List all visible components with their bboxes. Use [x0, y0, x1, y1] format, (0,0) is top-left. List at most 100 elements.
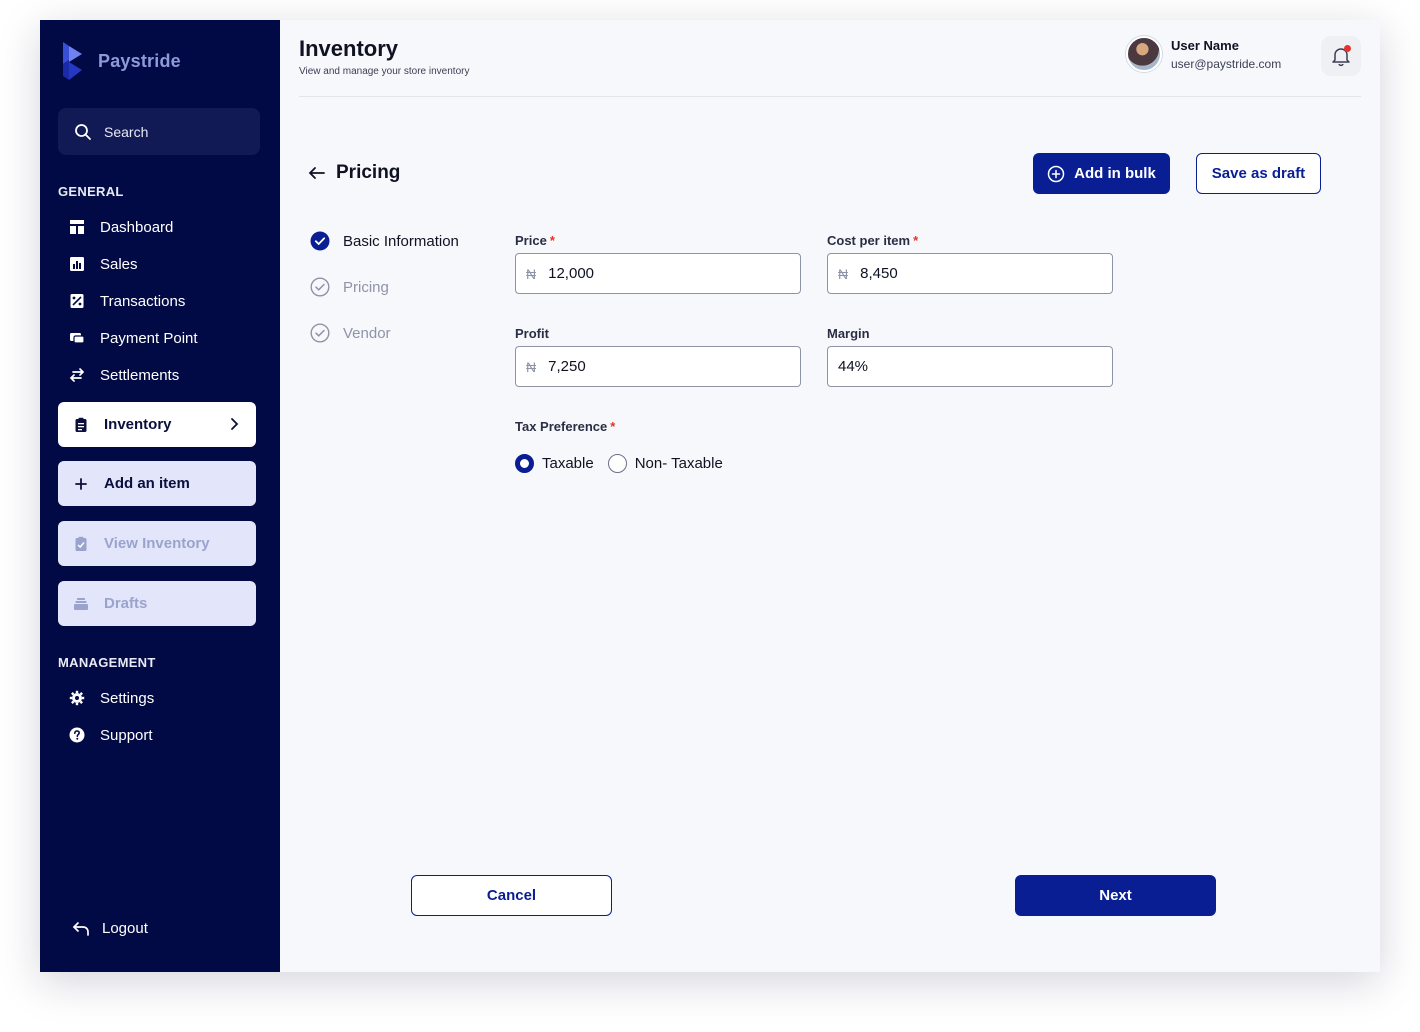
sidebar-item-label: Payment Point: [100, 329, 198, 347]
sidebar-item-transactions[interactable]: Transactions: [68, 289, 185, 313]
margin-input[interactable]: [838, 358, 1058, 375]
step-label: Basic Information: [343, 232, 459, 250]
logout-button[interactable]: Logout: [72, 920, 148, 937]
tax-preference-group: Taxable Non- Taxable: [515, 454, 723, 473]
sidebar-item-label: Sales: [100, 255, 138, 273]
cost-label: Cost per item *: [827, 233, 918, 248]
add-in-bulk-button[interactable]: Add in bulk: [1033, 153, 1170, 194]
plus-icon: [72, 475, 90, 493]
profit-field[interactable]: ₦: [515, 346, 801, 387]
logout-arrow-icon: [72, 921, 89, 936]
required-mark: *: [610, 419, 616, 434]
sidebar-item-label: Transactions: [100, 292, 186, 310]
step-pricing[interactable]: Pricing: [310, 277, 389, 297]
avatar[interactable]: [1126, 36, 1162, 72]
step-basic-information[interactable]: Basic Information: [310, 231, 459, 251]
naira-symbol: ₦: [838, 265, 849, 282]
back-button[interactable]: Pricing: [308, 162, 400, 184]
section-title-management: MANAGEMENT: [58, 655, 156, 670]
user-name: User Name: [1171, 38, 1239, 53]
plus-circle-icon: [1047, 165, 1065, 182]
sidebar-item-label: Dashboard: [100, 218, 174, 236]
payment-point-icon: [68, 329, 86, 347]
radio-taxable[interactable]: [515, 454, 534, 473]
sidebar-item-drafts[interactable]: Drafts: [58, 581, 256, 626]
price-field[interactable]: ₦: [515, 253, 801, 294]
logout-label: Logout: [102, 920, 148, 937]
search-icon: [75, 123, 91, 140]
drafts-stack-icon: [72, 595, 90, 613]
save-as-draft-button[interactable]: Save as draft: [1196, 153, 1321, 194]
cost-per-item-field[interactable]: ₦: [827, 253, 1113, 294]
required-mark: *: [549, 233, 555, 248]
sales-chart-icon: [68, 255, 86, 273]
app-window: Paystride Search GENERAL Dashboard Sales: [40, 20, 1380, 972]
radio-non-taxable[interactable]: [607, 454, 627, 473]
profit-label: Profit: [515, 326, 549, 341]
section-title-general: GENERAL: [58, 184, 124, 199]
sidebar-item-view-inventory[interactable]: View Inventory: [58, 521, 256, 566]
naira-symbol: ₦: [526, 358, 537, 375]
margin-field[interactable]: [827, 346, 1113, 387]
add-in-bulk-label: Add in bulk: [1074, 165, 1156, 182]
page-subtitle: View and manage your store inventory: [299, 66, 470, 77]
sidebar-item-label: Drafts: [104, 595, 148, 612]
naira-symbol: ₦: [526, 265, 537, 282]
notifications-button[interactable]: [1321, 36, 1361, 76]
step-vendor[interactable]: Vendor: [310, 323, 391, 343]
cancel-button[interactable]: Cancel: [411, 875, 612, 916]
sidebar-item-label: Settlements: [100, 366, 180, 384]
section-title: Pricing: [336, 162, 401, 183]
help-circle-icon: [68, 726, 86, 744]
check-circle-outline-icon: [310, 277, 330, 297]
tax-preference-label: Tax Preference *: [515, 419, 615, 434]
cost-per-item-input[interactable]: [860, 265, 1081, 282]
sidebar-item-support[interactable]: Support: [68, 723, 153, 747]
clipboard-icon: [72, 416, 90, 434]
sidebar-item-payment-point[interactable]: Payment Point: [68, 326, 198, 350]
profit-input[interactable]: [548, 358, 769, 375]
sidebar-item-inventory[interactable]: Inventory: [58, 402, 256, 447]
page-title: Inventory: [299, 36, 399, 61]
next-button[interactable]: Next: [1015, 875, 1216, 916]
clipboard-check-icon: [72, 535, 90, 553]
sidebar: Paystride Search GENERAL Dashboard Sales: [40, 20, 280, 972]
required-mark: *: [913, 233, 919, 248]
paystride-logo-icon: [63, 42, 82, 80]
price-label: Price *: [515, 233, 555, 248]
dashboard-icon: [68, 218, 86, 236]
user-email: user@paystride.com: [1171, 57, 1282, 71]
check-circle-filled-icon: [310, 231, 330, 251]
radio-label-non-taxable[interactable]: Non- Taxable: [635, 455, 723, 472]
sidebar-item-add-item[interactable]: Add an item: [58, 461, 256, 506]
price-label-text: Price: [515, 233, 547, 248]
sidebar-item-label: Add an item: [104, 475, 190, 492]
price-input[interactable]: [548, 265, 769, 282]
check-circle-outline-icon: [310, 323, 330, 343]
brand[interactable]: Paystride: [60, 40, 181, 82]
notification-dot: [1344, 45, 1351, 52]
sidebar-item-label: View Inventory: [104, 535, 210, 552]
search-placeholder: Search: [104, 123, 149, 140]
step-label: Vendor: [343, 324, 391, 342]
sidebar-item-settlements[interactable]: Settlements: [68, 363, 179, 387]
arrow-left-icon: [308, 167, 325, 179]
gear-icon: [68, 689, 86, 707]
sidebar-item-label: Support: [100, 726, 153, 744]
sidebar-item-label: Settings: [100, 689, 155, 707]
sidebar-item-settings[interactable]: Settings: [68, 686, 154, 710]
sidebar-item-dashboard[interactable]: Dashboard: [68, 215, 173, 239]
radio-label-taxable[interactable]: Taxable: [542, 455, 594, 472]
cost-label-text: Cost per item: [827, 233, 911, 248]
brand-name: Paystride: [98, 50, 181, 71]
swap-arrows-icon: [68, 366, 86, 384]
tax-label-text: Tax Preference: [515, 419, 608, 434]
sidebar-item-sales[interactable]: Sales: [68, 252, 138, 276]
step-label: Pricing: [343, 278, 389, 296]
margin-label: Margin: [827, 326, 870, 341]
header-divider: [299, 96, 1361, 97]
sidebar-item-label: Inventory: [104, 416, 172, 433]
transactions-icon: [68, 292, 86, 310]
chevron-right-icon: [231, 418, 239, 430]
search-input[interactable]: Search: [58, 108, 260, 155]
